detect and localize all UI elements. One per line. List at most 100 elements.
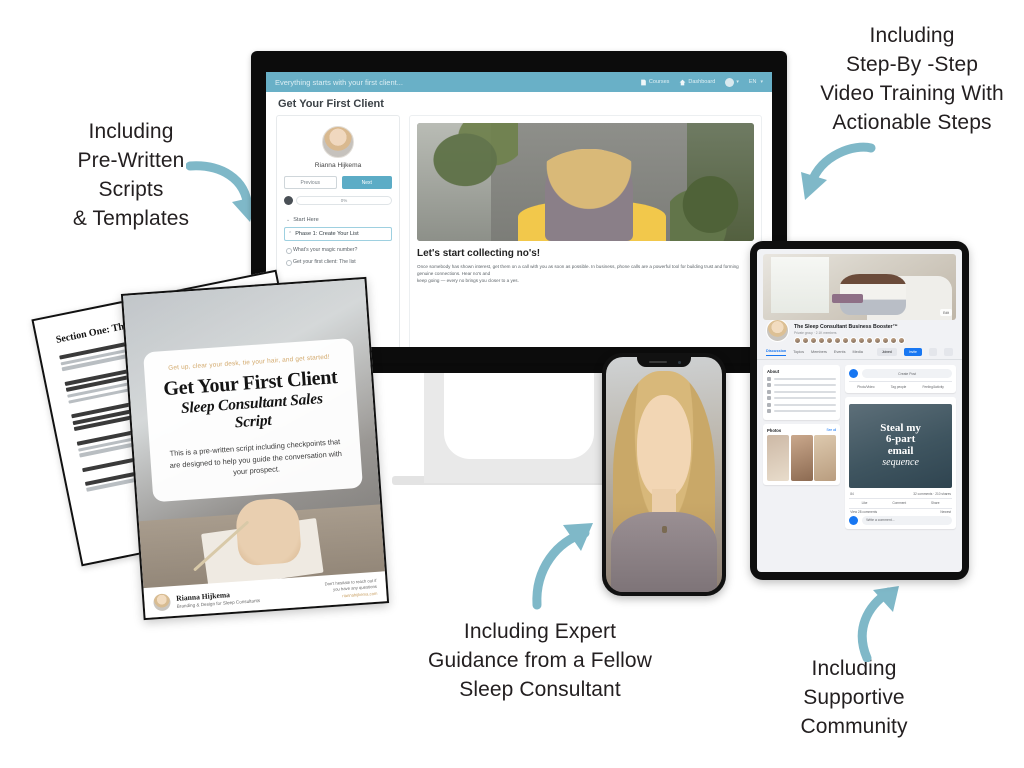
lesson-paragraph: Once somebody has shown interest, get th… (417, 264, 739, 277)
home-icon (679, 79, 686, 85)
instructor-avatar (322, 126, 354, 158)
cover-window (770, 256, 829, 314)
composer-feeling[interactable]: Feeling/Activity (922, 385, 943, 389)
about-item (767, 396, 837, 400)
comment-avatar (849, 515, 859, 525)
cover-description: This is a pre-written script including c… (169, 437, 343, 477)
photo-grid[interactable] (767, 435, 837, 481)
photo-thumb[interactable] (790, 435, 813, 481)
product-mockup-canvas: Including Pre-Written Scripts & Template… (0, 0, 1024, 768)
post-image-line: sequence (882, 456, 919, 468)
arrow-icon-community (857, 586, 899, 662)
photos-panel: Photos See all (763, 423, 841, 485)
more-options-icon[interactable] (944, 348, 953, 356)
lesson-video-player[interactable] (417, 123, 754, 241)
about-item (767, 389, 837, 394)
callout-supportive-community: Including Supportive Community (800, 657, 908, 738)
group-meta: Private group · 2.1K members (794, 330, 837, 335)
progress-bar: 0% (284, 196, 392, 205)
nav-dashboard[interactable]: Dashboard (679, 79, 715, 86)
callout-expert-guidance: Including Expert Guidance from a Fellow … (428, 620, 652, 701)
nav-dashboard-label: Dashboard (688, 79, 716, 85)
page-title: Get Your First Client (266, 92, 772, 115)
feed-post: Steal my 6-part email sequence 84 32 com… (845, 396, 956, 529)
composer-actions: Photo/Video Tag people Feeling/Activity (849, 381, 952, 389)
plant-decoration-right (669, 163, 751, 241)
phone-video-body (610, 512, 718, 592)
post-share-button[interactable]: Share (931, 501, 940, 505)
composer-photo-video[interactable]: Photo/Video (857, 385, 874, 389)
post-like-button[interactable]: Like (862, 501, 868, 505)
photos-heading: Photos (767, 427, 782, 433)
comment-input[interactable]: Write a comment... (862, 515, 952, 525)
chevron-up-icon-phase-1: ⌃ (288, 231, 293, 237)
progress-handle (284, 196, 293, 205)
phone-video-face (637, 394, 691, 498)
post-meta: 84 32 comments · 210 shares (849, 491, 952, 498)
search-icon[interactable] (928, 348, 938, 356)
group-name: The Sleep Consultant Business Booster™ (794, 324, 898, 330)
post-image[interactable]: Steal my 6-part email sequence (849, 403, 952, 488)
about-column: About Photos See all (763, 365, 841, 533)
section-phase-1[interactable]: ⌃ Phase 1: Create Your List (284, 227, 392, 241)
nav-language-label: EN (748, 79, 757, 85)
edit-cover-button[interactable]: Edit (940, 309, 952, 316)
group-cover-photo: Edit (763, 254, 956, 320)
create-post-input[interactable]: Create Post (862, 369, 952, 378)
about-panel: About (763, 365, 841, 420)
lesson-item[interactable]: What's your magic number? (284, 244, 392, 256)
post-composer: Create Post Photo/Video Tag people Feeli… (845, 365, 956, 393)
section-start-here[interactable]: ⌄ Start Here (284, 213, 392, 227)
photo-thumb[interactable] (814, 435, 837, 481)
progress-value: 0% (296, 196, 392, 205)
post-reaction-count: 84 (850, 492, 854, 496)
lesson-title: Let's start collecting no's! (417, 248, 541, 259)
previous-button[interactable]: Previous (284, 176, 337, 189)
group-avatar[interactable] (766, 319, 789, 342)
tab-members[interactable]: Members (811, 350, 827, 354)
app-tagline: Everything starts with your first client… (275, 77, 403, 87)
post-image-line: email (887, 445, 914, 458)
feed-column: Create Post Photo/Video Tag people Feeli… (845, 365, 956, 533)
member-avatars[interactable] (794, 337, 905, 344)
chevron-down-icon-language: ▾ (760, 79, 763, 85)
composer-row: Create Post (849, 369, 952, 378)
avatar[interactable] (725, 77, 735, 87)
nav-language[interactable]: EN ▾ (749, 79, 763, 85)
lesson-paragraph: keep going — every no brings you closer … (417, 278, 519, 284)
script-cover-page: Get up, clear your desk, tie your hair, … (120, 276, 390, 621)
composer-avatar (849, 369, 859, 378)
callout-video-training: Including Step-By -Step Video Training W… (820, 24, 1004, 134)
group-tabs: Discussion Topics Members Events Media J… (757, 346, 962, 360)
view-comments-link[interactable]: View 28 comments (850, 510, 877, 514)
composer-tag-people[interactable]: Tag people (891, 385, 907, 389)
phone-video-pendant (661, 526, 667, 534)
post-comment-button[interactable]: Comment (892, 501, 906, 505)
comments-sort[interactable]: Newest (940, 510, 951, 514)
tab-events[interactable]: Events (834, 350, 846, 354)
tablet-screen: Edit The Sleep Consultant Business Boost… (757, 249, 962, 572)
lesson-item[interactable]: Get your first client: The list (284, 256, 392, 268)
tab-topics[interactable]: Topics (793, 350, 804, 354)
plant-decoration-left (430, 123, 519, 190)
arrow-icon-scripts (186, 161, 258, 222)
photos-see-all[interactable]: See all (826, 428, 836, 432)
about-item (767, 409, 837, 413)
about-item (767, 376, 837, 381)
invite-button[interactable]: Invite (903, 348, 922, 356)
cover-laptop (832, 293, 864, 303)
nav-courses[interactable]: Courses (640, 79, 669, 86)
phone-device (602, 353, 726, 596)
document-icon (641, 79, 646, 85)
section-start-here-label: Start Here (293, 217, 319, 223)
next-button[interactable]: Next (341, 176, 392, 189)
joined-button[interactable]: Joined (876, 348, 897, 356)
tab-media[interactable]: Media (852, 350, 862, 354)
chevron-down-icon-start-here: ⌄ (286, 217, 291, 223)
tab-discussion[interactable]: Discussion (766, 349, 787, 356)
photo-thumb[interactable] (767, 435, 790, 481)
instructor-name: Rianna Hijkema (314, 162, 362, 169)
chevron-down-icon-profile[interactable]: ▾ (736, 79, 739, 85)
post-action-bar: Like Comment Share (849, 497, 952, 509)
group-identity: The Sleep Consultant Business Booster™ P… (757, 319, 962, 346)
